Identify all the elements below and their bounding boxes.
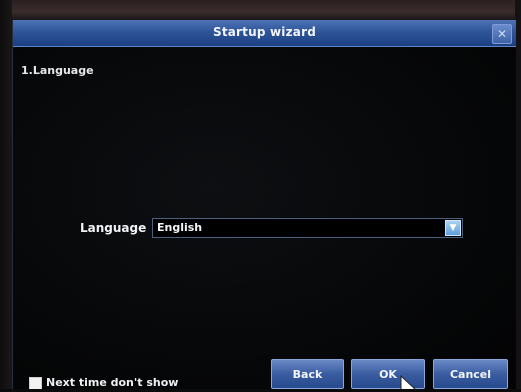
cancel-button[interactable]: Cancel bbox=[433, 359, 508, 389]
language-label: Language bbox=[80, 221, 147, 235]
language-select[interactable]: English ▼ bbox=[152, 218, 463, 238]
screen: Startup wizard ✕ 1.Language Language Eng… bbox=[0, 0, 521, 392]
step-title: 1.Language bbox=[21, 64, 94, 77]
language-dropdown-button[interactable]: ▼ bbox=[445, 220, 461, 236]
close-icon: ✕ bbox=[496, 27, 508, 41]
next-time-dont-show-label: Next time don't show bbox=[46, 376, 179, 389]
language-selected-value: English bbox=[157, 221, 203, 234]
close-button[interactable]: ✕ bbox=[492, 24, 512, 44]
language-row: Language English ▼ bbox=[13, 218, 516, 238]
chevron-down-icon: ▼ bbox=[449, 223, 457, 233]
title-bar: Startup wizard ✕ bbox=[13, 20, 516, 47]
monitor-bezel-top bbox=[0, 0, 521, 20]
window-title: Startup wizard bbox=[212, 25, 317, 39]
monitor-bezel-left bbox=[0, 0, 12, 392]
back-button[interactable]: Back bbox=[271, 359, 344, 389]
startup-wizard-window: Startup wizard ✕ 1.Language Language Eng… bbox=[12, 20, 516, 392]
